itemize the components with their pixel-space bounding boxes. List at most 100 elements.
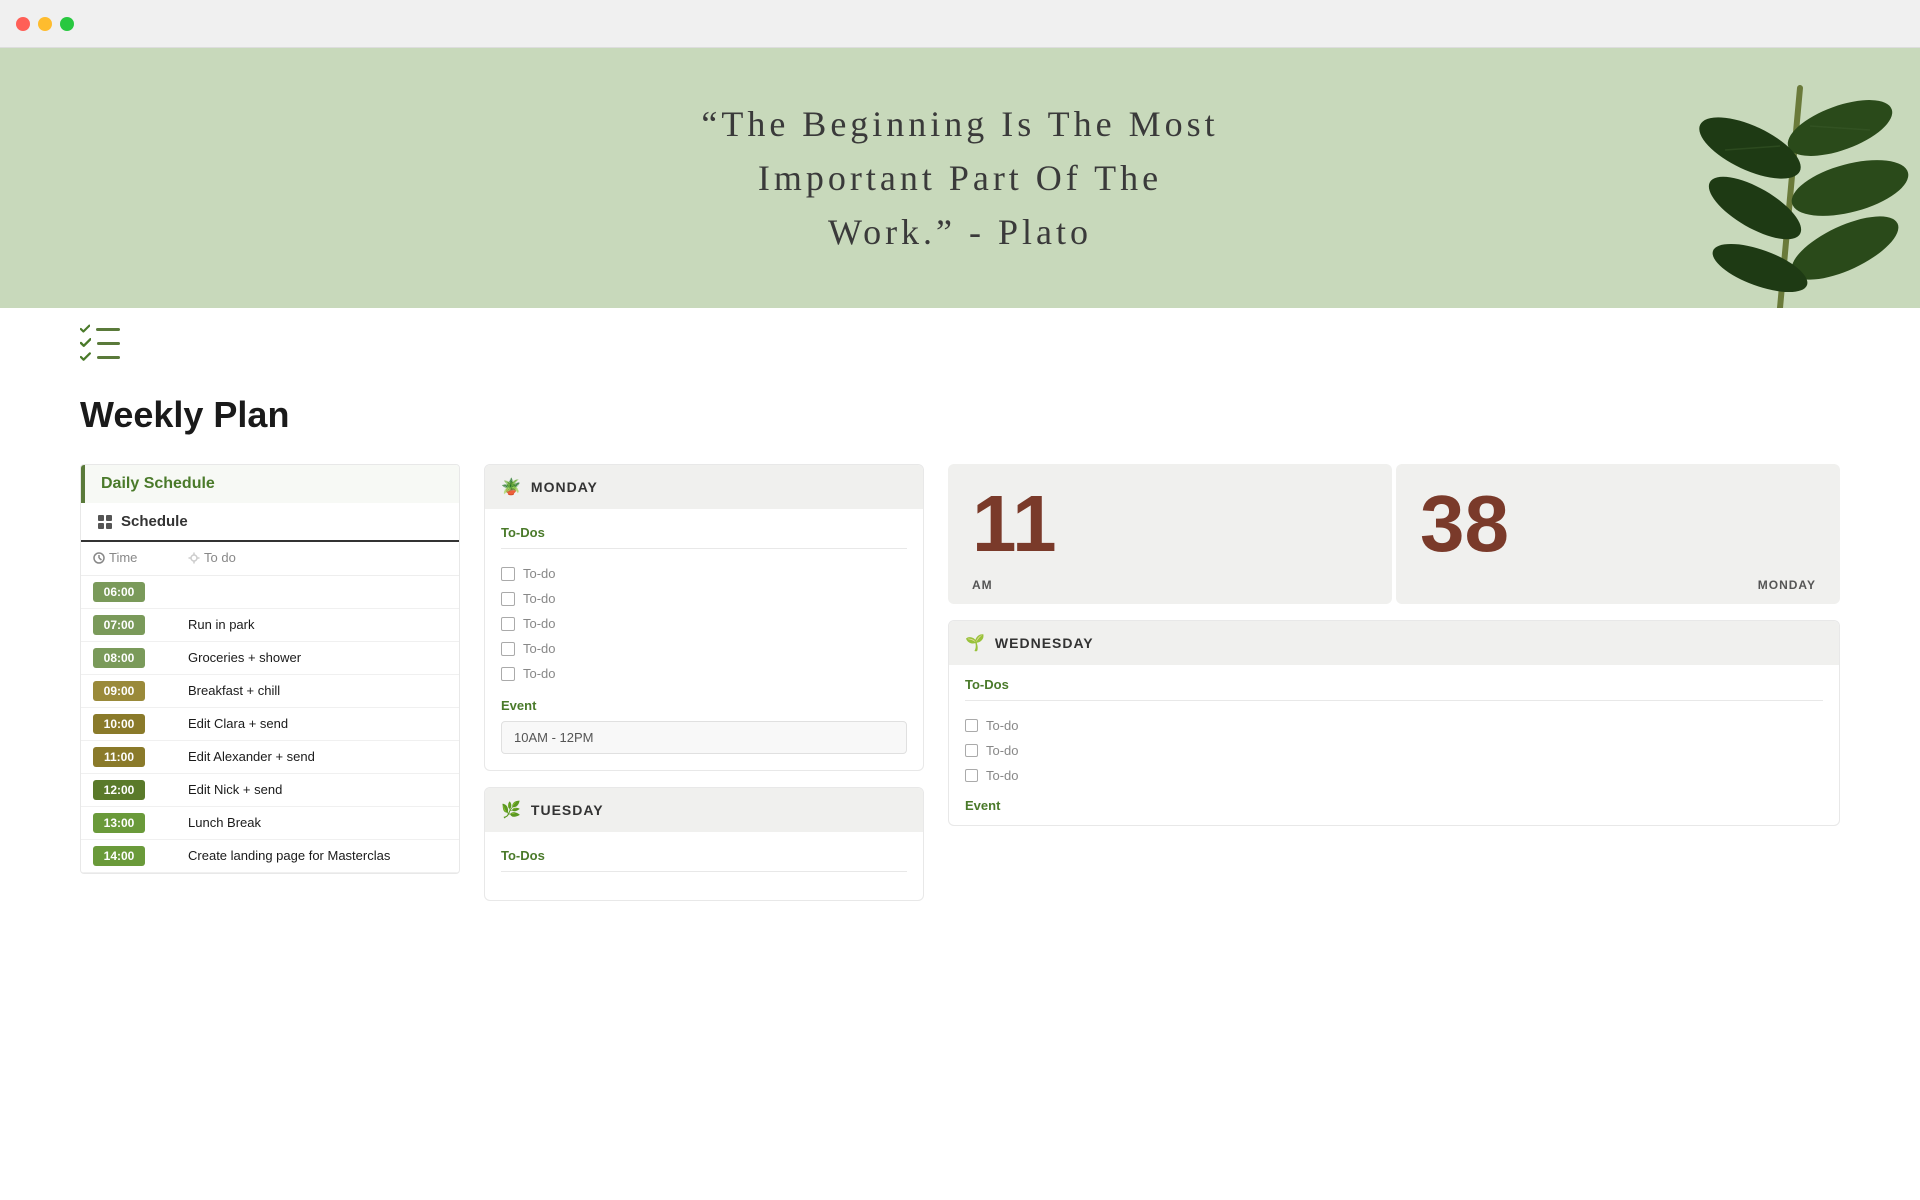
time-badge: 10:00 bbox=[93, 714, 145, 734]
schedule-text: Schedule bbox=[121, 513, 188, 530]
todo-item: To-do bbox=[501, 561, 907, 586]
checklist-icon bbox=[80, 324, 120, 362]
hero-quote: “The Beginning Is The Most Important Par… bbox=[701, 97, 1218, 259]
page-title: Weekly Plan bbox=[80, 394, 1840, 436]
task-cell: Edit Nick + send bbox=[176, 773, 459, 806]
task-cell: Groceries + shower bbox=[176, 641, 459, 674]
table-row: 07:00 Run in park bbox=[81, 608, 459, 641]
todo-checkbox[interactable] bbox=[501, 642, 515, 656]
time-cell: 08:00 bbox=[81, 641, 176, 674]
tuesday-day: TUESDAY bbox=[531, 802, 604, 818]
time-badge: 13:00 bbox=[93, 813, 145, 833]
traffic-lights bbox=[16, 17, 74, 31]
todo-item: To-do bbox=[501, 611, 907, 636]
time-badge: 12:00 bbox=[93, 780, 145, 800]
todo-checkbox[interactable] bbox=[501, 592, 515, 606]
time-column-header: Time bbox=[81, 542, 176, 575]
wednesday-event-label: Event bbox=[965, 798, 1823, 813]
wednesday-todos-label: To-Dos bbox=[965, 677, 1823, 692]
monday-todos-label: To-Dos bbox=[501, 525, 907, 540]
sidebar: Daily Schedule Schedule bbox=[80, 464, 460, 874]
todo-checkbox[interactable] bbox=[501, 567, 515, 581]
time-cell: 09:00 bbox=[81, 674, 176, 707]
todo-text: To-do bbox=[523, 566, 556, 581]
wed-checkbox[interactable] bbox=[965, 769, 978, 782]
todo-text: To-do bbox=[523, 666, 556, 681]
monday-emoji: 🪴 bbox=[501, 477, 521, 497]
monday-todos: To-do To-do To-do To-do To-do bbox=[501, 561, 907, 686]
monday-event-section: Event bbox=[501, 698, 907, 754]
wed-todo-item: To-do bbox=[965, 763, 1823, 788]
time-cell: 11:00 bbox=[81, 740, 176, 773]
close-button[interactable] bbox=[16, 17, 30, 31]
app-icon-area bbox=[0, 308, 1920, 362]
main-content: Weekly Plan Daily Schedule Schedule bbox=[0, 362, 1920, 949]
todo-text: To-do bbox=[523, 616, 556, 631]
grid-icon bbox=[97, 514, 113, 530]
todo-checkbox[interactable] bbox=[501, 617, 515, 631]
wed-todo-item: To-do bbox=[965, 713, 1823, 738]
schedule-label: Schedule bbox=[81, 503, 459, 542]
monday-header: 🪴 MONDAY bbox=[485, 465, 923, 509]
plant-decoration bbox=[1580, 48, 1920, 308]
tuesday-todos-label: To-Dos bbox=[501, 848, 907, 863]
maximize-button[interactable] bbox=[60, 17, 74, 31]
browser-chrome bbox=[0, 0, 1920, 48]
wednesday-day: WEDNESDAY bbox=[995, 635, 1094, 651]
wed-todo-text: To-do bbox=[986, 743, 1019, 758]
tuesday-header: 🌿 TUESDAY bbox=[485, 788, 923, 832]
wednesday-section: 🌱 WEDNESDAY To-Dos To-do To-do To-do Event bbox=[948, 620, 1840, 826]
task-cell: Create landing page for Masterclas bbox=[176, 839, 459, 872]
task-cell: Run in park bbox=[176, 608, 459, 641]
sidebar-title: Daily Schedule bbox=[101, 475, 215, 493]
wednesday-header: 🌱 WEDNESDAY bbox=[949, 621, 1839, 665]
clock-section: 11 AM 38 MONDAY bbox=[948, 464, 1840, 604]
three-column-layout: Daily Schedule Schedule bbox=[80, 464, 1840, 917]
clock-hours-card: 11 AM bbox=[948, 464, 1392, 604]
wed-todo-item: To-do bbox=[965, 738, 1823, 763]
todo-text: To-do bbox=[523, 641, 556, 656]
clock-minutes-card: 38 MONDAY bbox=[1396, 464, 1840, 604]
task-cell: Edit Clara + send bbox=[176, 707, 459, 740]
clock-day: MONDAY bbox=[1758, 578, 1816, 592]
wed-todo-text: To-do bbox=[986, 768, 1019, 783]
clock-period: AM bbox=[972, 578, 993, 592]
time-badge: 11:00 bbox=[93, 747, 145, 767]
clock-minutes: 38 bbox=[1420, 484, 1816, 564]
wed-checkbox[interactable] bbox=[965, 719, 978, 732]
table-row: 12:00 Edit Nick + send bbox=[81, 773, 459, 806]
wednesday-emoji: 🌱 bbox=[965, 633, 985, 653]
wed-checkbox[interactable] bbox=[965, 744, 978, 757]
todo-item: To-do bbox=[501, 661, 907, 686]
time-cell: 07:00 bbox=[81, 608, 176, 641]
wednesday-todos: To-do To-do To-do bbox=[965, 713, 1823, 788]
table-row: 13:00 Lunch Break bbox=[81, 806, 459, 839]
task-cell: Edit Alexander + send bbox=[176, 740, 459, 773]
time-badge: 14:00 bbox=[93, 846, 145, 866]
table-row: 06:00 bbox=[81, 575, 459, 608]
todo-checkbox[interactable] bbox=[501, 667, 515, 681]
sun-icon bbox=[188, 552, 200, 564]
task-cell: Breakfast + chill bbox=[176, 674, 459, 707]
time-cell: 12:00 bbox=[81, 773, 176, 806]
monday-section: 🪴 MONDAY To-Dos To-doTo-doTo-doTo-doTo-d… bbox=[484, 464, 924, 771]
schedule-table: Time To do 06:00 bbox=[81, 542, 459, 873]
table-row: 09:00 Breakfast + chill bbox=[81, 674, 459, 707]
todo-item: To-do bbox=[501, 586, 907, 611]
sidebar-header: Daily Schedule bbox=[81, 465, 459, 503]
time-badge: 07:00 bbox=[93, 615, 145, 635]
wed-todo-text: To-do bbox=[986, 718, 1019, 733]
middle-column: 🪴 MONDAY To-Dos To-doTo-doTo-doTo-doTo-d… bbox=[484, 464, 924, 917]
monday-event-input[interactable] bbox=[501, 721, 907, 754]
clock-hours: 11 bbox=[972, 484, 1368, 564]
time-cell: 10:00 bbox=[81, 707, 176, 740]
minimize-button[interactable] bbox=[38, 17, 52, 31]
task-cell bbox=[176, 575, 459, 608]
table-row: 10:00 Edit Clara + send bbox=[81, 707, 459, 740]
todo-text: To-do bbox=[523, 591, 556, 606]
time-badge: 08:00 bbox=[93, 648, 145, 668]
tuesday-emoji: 🌿 bbox=[501, 800, 521, 820]
right-column: 11 AM 38 MONDAY 🌱 WEDNESDAY To-Dos To-do… bbox=[948, 464, 1840, 826]
time-badge: 09:00 bbox=[93, 681, 145, 701]
task-cell: Lunch Break bbox=[176, 806, 459, 839]
